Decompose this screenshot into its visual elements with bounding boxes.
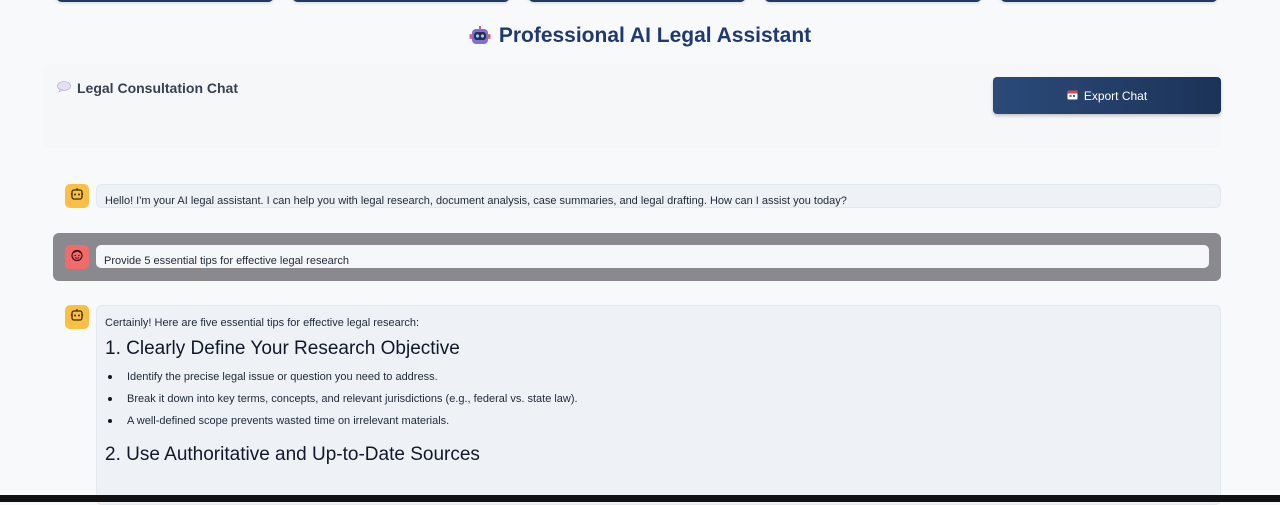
list-item: Break it down into key terms, concepts, … xyxy=(105,392,1220,406)
assistant-avatar xyxy=(65,305,89,329)
list-item: Identify the precise legal issue or ques… xyxy=(105,370,1220,384)
page-header: Professional AI Legal Assistant xyxy=(0,24,1280,51)
assistant-message: Certainly! Here are five essential tips … xyxy=(96,305,1221,505)
user-message: Provide 5 essential tips for effective l… xyxy=(96,245,1209,268)
export-chat-button[interactable]: Export Chat xyxy=(993,77,1221,114)
assistant-message-intro: Certainly! Here are five essential tips … xyxy=(105,317,420,329)
chat-section-title: Legal Consultation Chat xyxy=(57,80,238,96)
robot-face-icon xyxy=(70,187,84,206)
top-card-row xyxy=(0,0,1280,4)
top-card-5[interactable] xyxy=(1000,0,1218,2)
tip-list: Identify the precise legal issue or ques… xyxy=(105,370,1220,428)
page-title-text: Professional AI Legal Assistant xyxy=(498,24,812,47)
list-item: A well-defined scope prevents wasted tim… xyxy=(105,414,1220,428)
speech-balloon-icon xyxy=(57,80,71,96)
user-message-text: Provide 5 essential tips for effective l… xyxy=(104,255,349,267)
assistant-avatar xyxy=(65,184,89,208)
section-heading: 2. Use Authoritative and Up-to-Date Sour… xyxy=(105,444,480,465)
user-avatar xyxy=(65,245,89,269)
top-card-4[interactable] xyxy=(764,0,982,2)
top-card-2[interactable] xyxy=(292,0,510,2)
bottom-bar xyxy=(0,495,1280,502)
assistant-message: Hello! I'm your AI legal assistant. I ca… xyxy=(96,184,1221,208)
robot-icon xyxy=(469,26,491,46)
smiling-face-icon xyxy=(70,248,84,267)
page-title: Professional AI Legal Assistant xyxy=(469,24,811,48)
top-card-1[interactable] xyxy=(56,0,274,2)
robot-face-icon xyxy=(70,308,84,327)
export-chat-label: Export Chat xyxy=(1083,88,1148,103)
section-heading: 1. Clearly Define Your Research Objectiv… xyxy=(105,338,460,359)
chat-section-title-text: Legal Consultation Chat xyxy=(77,80,238,96)
top-card-3[interactable] xyxy=(528,0,746,2)
assistant-message-text: Hello! I'm your AI legal assistant. I ca… xyxy=(105,195,847,207)
calendar-icon xyxy=(1067,89,1078,103)
